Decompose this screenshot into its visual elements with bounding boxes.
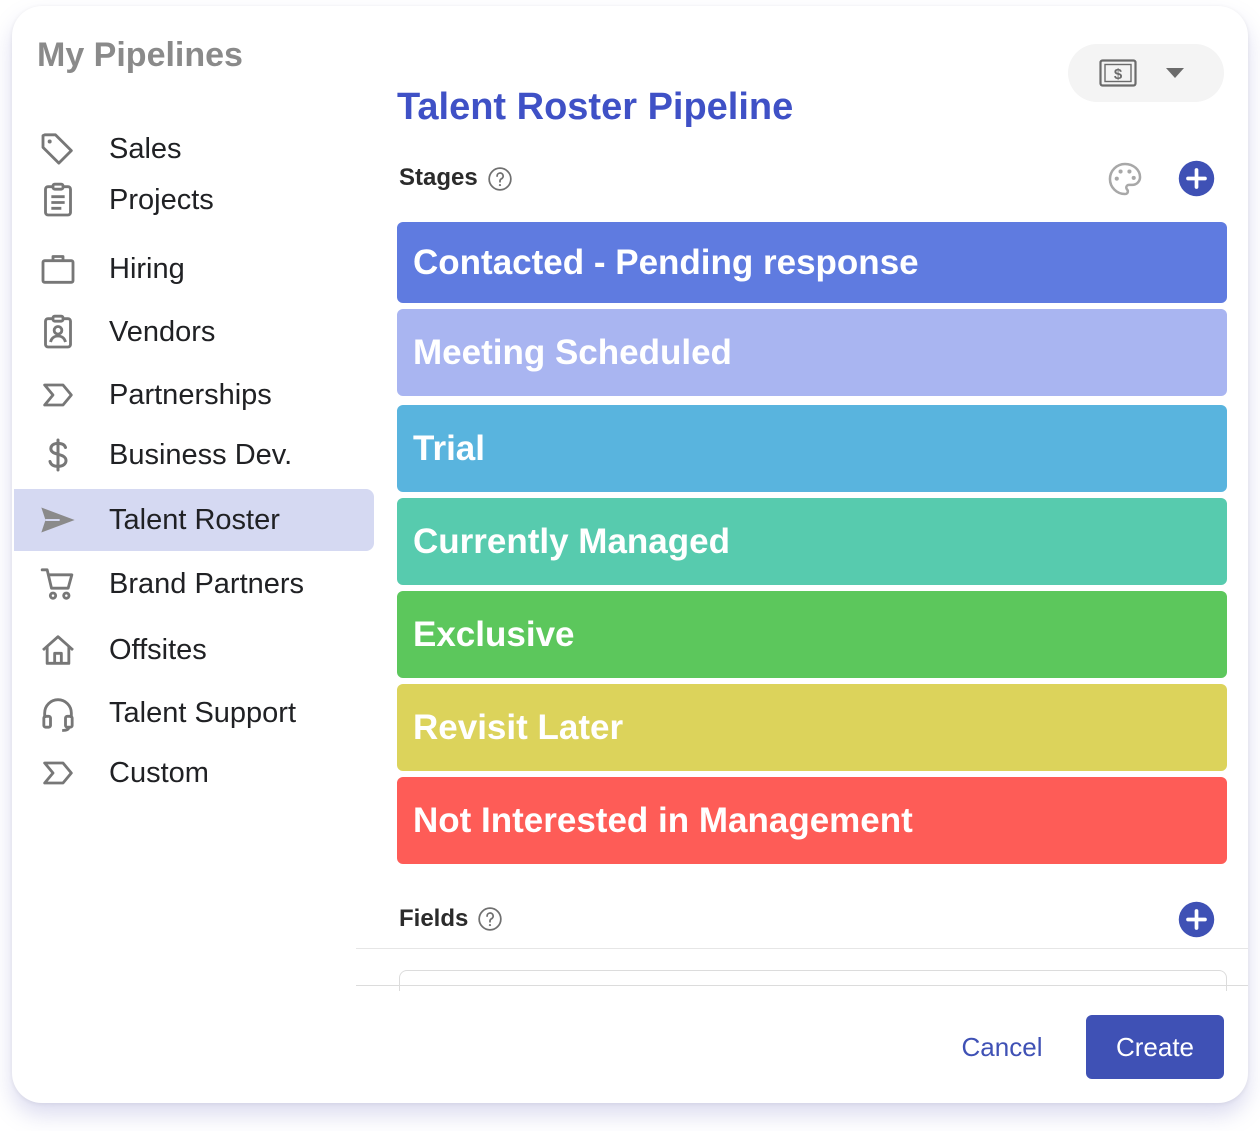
stages-label: Stages <box>399 164 478 191</box>
headset-icon <box>38 693 78 733</box>
stage-label: Meeting Scheduled <box>413 332 732 372</box>
sidebar-item-label: Brand Partners <box>109 568 305 600</box>
plus-circle-icon <box>1178 160 1215 197</box>
stage-meeting-scheduled[interactable]: Meeting Scheduled <box>397 309 1227 396</box>
stages-help-icon[interactable] <box>487 166 513 192</box>
svg-text:$: $ <box>1114 66 1123 83</box>
caret-down-icon <box>1166 68 1184 78</box>
stage-label: Not Interested in Management <box>413 800 913 840</box>
stage-label: Exclusive <box>413 614 575 654</box>
add-field-button[interactable] <box>1178 901 1215 938</box>
sidebar-item-projects[interactable]: Projects <box>14 169 374 231</box>
sidebar-item-custom[interactable]: Custom <box>14 742 374 804</box>
sidebar-item-label: Partnerships <box>109 379 272 411</box>
sidebar-item-label: Custom <box>109 757 209 789</box>
clipboard-icon <box>38 180 78 220</box>
sidebar-title: My Pipelines <box>37 36 243 74</box>
stage-label: Contacted - Pending response <box>413 242 919 282</box>
send-icon <box>38 500 78 540</box>
stage-not-interested-in-management[interactable]: Not Interested in Management <box>397 777 1227 864</box>
sidebar-item-talent-support[interactable]: Talent Support <box>14 682 374 744</box>
stage-label: Revisit Later <box>413 707 624 747</box>
sidebar-item-label: Business Dev. <box>109 439 293 471</box>
sidebar-item-hiring[interactable]: Hiring <box>14 238 374 300</box>
pipeline-arrow-icon <box>38 753 78 793</box>
pipeline-title: Talent Roster Pipeline <box>397 86 794 128</box>
sidebar-item-label: Talent Roster <box>109 504 280 536</box>
sidebar-item-label: Talent Support <box>109 697 297 729</box>
currency-dropdown[interactable]: $ <box>1068 44 1224 102</box>
create-button[interactable]: Create <box>1086 1015 1224 1079</box>
stage-currently-managed[interactable]: Currently Managed <box>397 498 1227 585</box>
sidebar-item-label: Projects <box>109 184 214 216</box>
contact-badge-icon <box>38 312 78 352</box>
stage-trial[interactable]: Trial <box>397 405 1227 492</box>
sidebar-item-label: Hiring <box>109 253 185 285</box>
stage-revisit-later[interactable]: Revisit Later <box>397 684 1227 771</box>
field-row[interactable] <box>399 970 1227 991</box>
fields-help-icon[interactable] <box>477 906 503 932</box>
dollar-icon <box>38 435 78 475</box>
cancel-button[interactable]: Cancel <box>947 1015 1057 1079</box>
fields-divider <box>356 948 1248 949</box>
sidebar-item-offsites[interactable]: Offsites <box>14 619 374 681</box>
pipeline-arrow-icon <box>38 375 78 415</box>
cart-icon <box>38 564 78 604</box>
sidebar-item-talent-roster[interactable]: Talent Roster <box>14 489 374 551</box>
currency-icon: $ <box>1099 59 1137 87</box>
add-stage-button[interactable] <box>1178 160 1215 197</box>
briefcase-icon <box>38 249 78 289</box>
palette-icon[interactable] <box>1106 160 1144 198</box>
tag-icon <box>38 129 78 169</box>
sidebar-item-label: Offsites <box>109 634 207 666</box>
sidebar-item-brand-partners[interactable]: Brand Partners <box>14 553 374 615</box>
stage-label: Trial <box>413 428 485 468</box>
stage-label: Currently Managed <box>413 521 730 561</box>
sidebar-item-label: Vendors <box>109 316 216 348</box>
footer-divider <box>356 985 1248 986</box>
home-icon <box>38 630 78 670</box>
create-pipeline-dialog: My Pipelines Sales Projects Hiring Vendo… <box>12 6 1248 1103</box>
sidebar-item-business-dev[interactable]: Business Dev. <box>14 424 374 486</box>
stage-contacted-pending-response[interactable]: Contacted - Pending response <box>397 222 1227 303</box>
fields-label: Fields <box>399 905 469 932</box>
plus-circle-icon <box>1178 901 1215 938</box>
stage-exclusive[interactable]: Exclusive <box>397 591 1227 678</box>
sidebar-item-partnerships[interactable]: Partnerships <box>14 364 374 426</box>
sidebar-item-vendors[interactable]: Vendors <box>14 301 374 363</box>
